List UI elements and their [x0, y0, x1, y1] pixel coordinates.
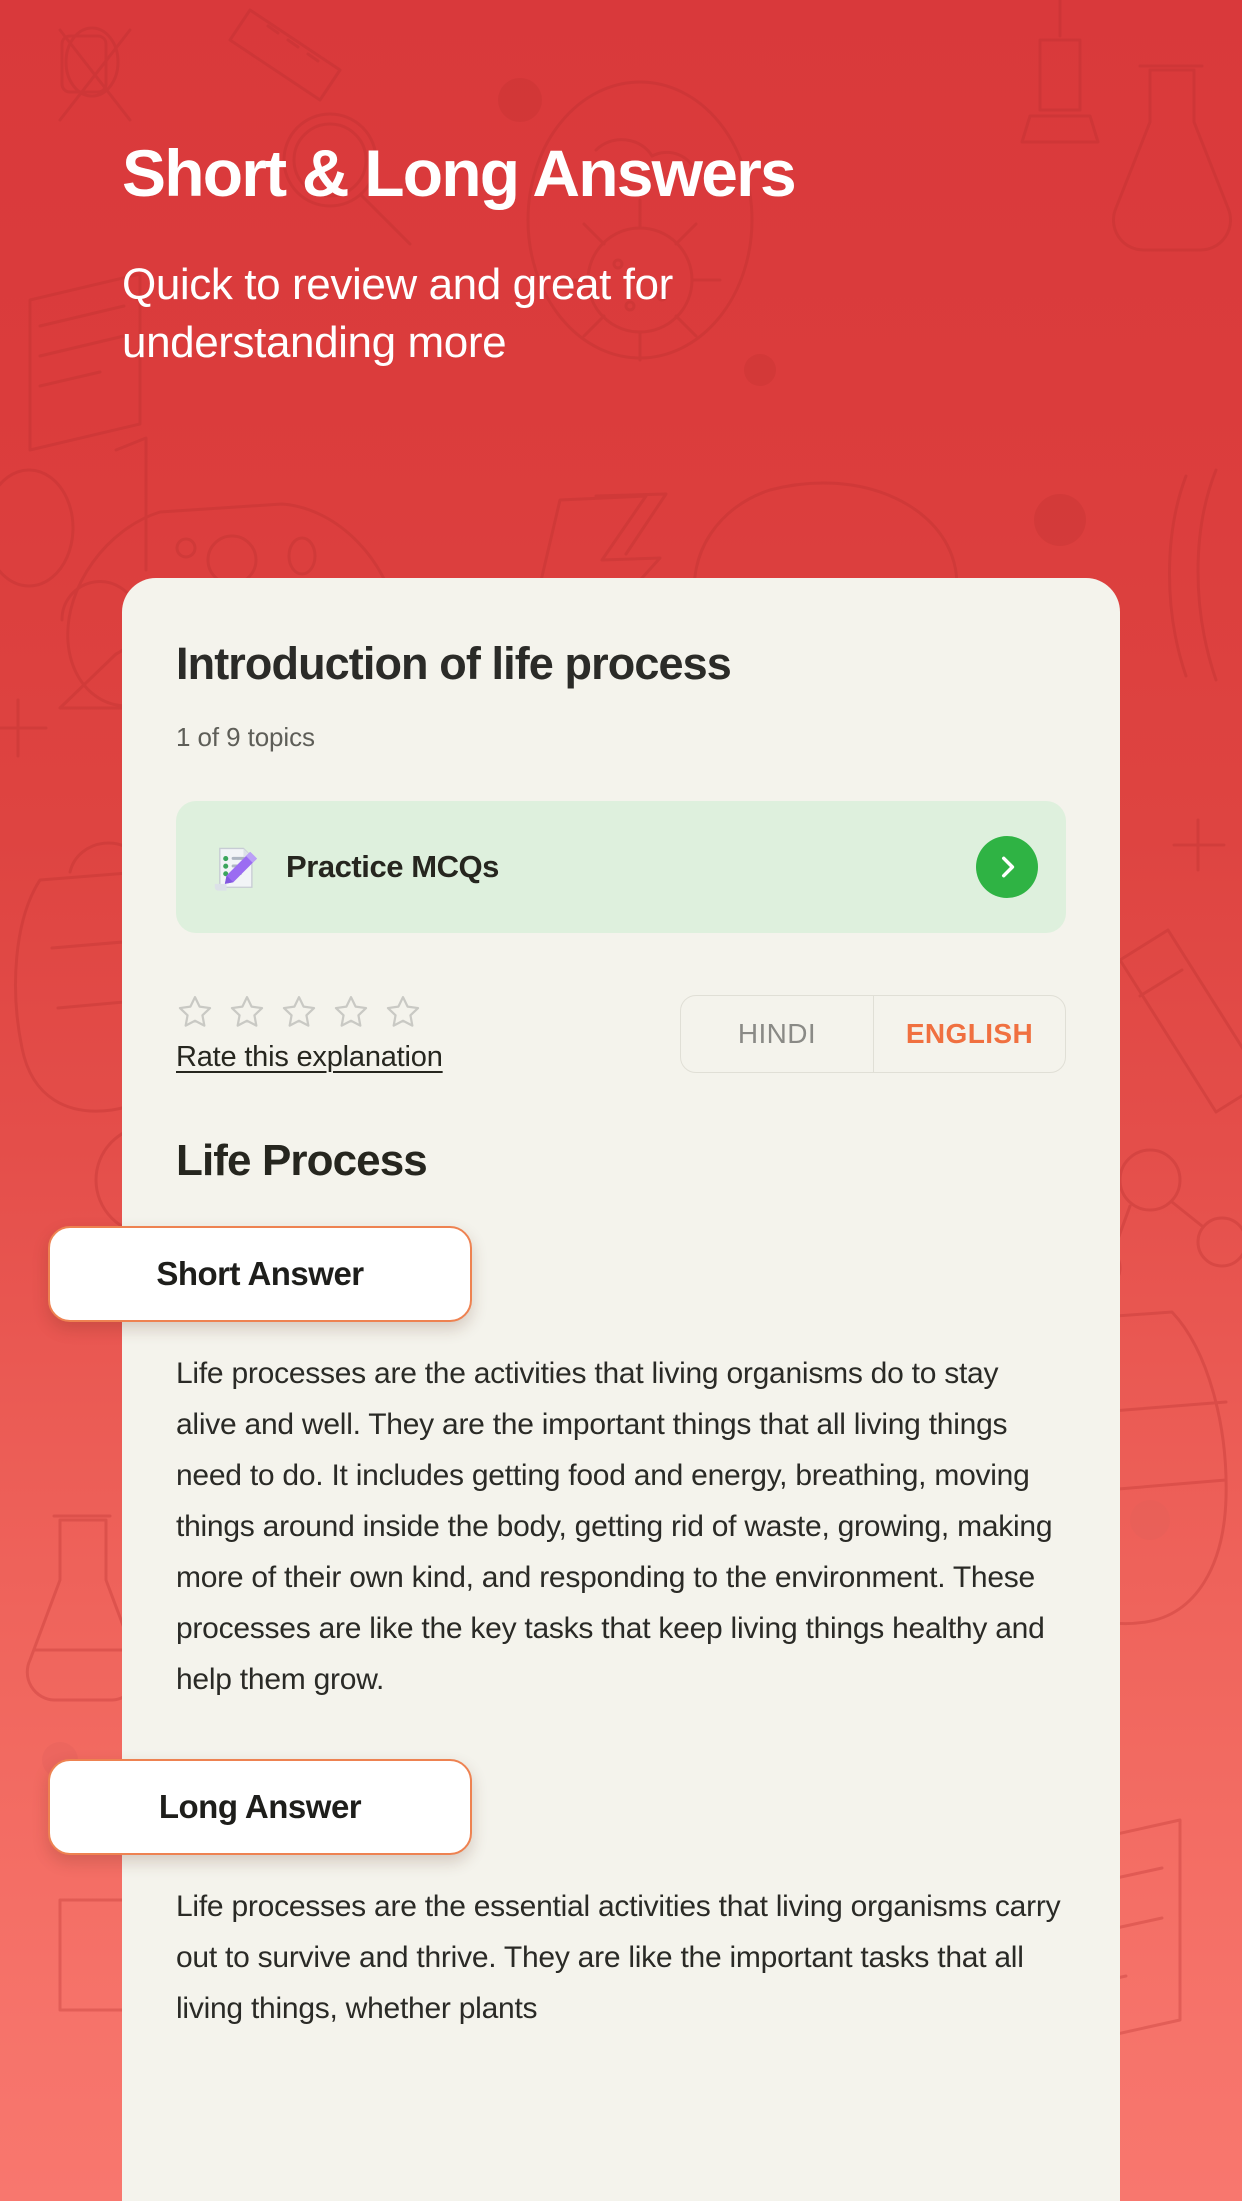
rating-language-row: Rate this explanation HINDI ENGLISH [176, 989, 1066, 1074]
topic-title: Introduction of life process [176, 638, 732, 689]
page-subtitle: Quick to review and great for understand… [122, 260, 673, 368]
short-answer-block: Short Answer Life processes are the acti… [48, 1225, 1066, 1705]
rate-explanation-link[interactable]: Rate this explanation [176, 1041, 443, 1074]
rating-block: Rate this explanation [176, 989, 443, 1074]
star-icon-3[interactable] [280, 993, 318, 1031]
practice-mcqs-banner[interactable]: Practice MCQs [176, 800, 1066, 933]
language-toggle[interactable]: HINDI ENGLISH [680, 994, 1066, 1073]
star-icon-2[interactable] [228, 993, 266, 1031]
long-answer-text: Life processes are the essential activit… [176, 1889, 1061, 2025]
chevron-right-icon[interactable] [976, 835, 1038, 898]
star-icon-5[interactable] [384, 993, 422, 1031]
short-answer-text: Life processes are the activities that l… [176, 1356, 1053, 1696]
page-header: Short & Long Answers Quick to review and… [0, 0, 1242, 372]
topic-progress-label: 1 of 9 topics [176, 721, 315, 752]
language-option-english[interactable]: ENGLISH [873, 995, 1065, 1072]
practice-mcqs-label: Practice MCQs [286, 848, 499, 884]
long-answer-block: Long Answer Life processes are the essen… [48, 1758, 1066, 2034]
page-title: Short & Long Answers [122, 136, 797, 210]
star-rating[interactable] [176, 993, 443, 1031]
short-answer-tab-label: Short Answer [156, 1254, 364, 1292]
card-header-section: Introduction of life process 1 of 9 topi… [48, 638, 1120, 2034]
long-answer-tab[interactable]: Long Answer [48, 1758, 472, 1855]
star-icon-1[interactable] [176, 993, 214, 1031]
star-icon-4[interactable] [332, 993, 370, 1031]
app-screen: Short & Long Answers Quick to review and… [0, 0, 1242, 2201]
memo-pencil-icon [206, 838, 264, 896]
short-answer-tab[interactable]: Short Answer [48, 1225, 472, 1322]
section-heading: Life Process [176, 1135, 428, 1185]
long-answer-tab-label: Long Answer [158, 1787, 362, 1825]
language-option-hindi[interactable]: HINDI [681, 996, 873, 1072]
topic-card: Introduction of life process 1 of 9 topi… [48, 578, 1120, 2201]
